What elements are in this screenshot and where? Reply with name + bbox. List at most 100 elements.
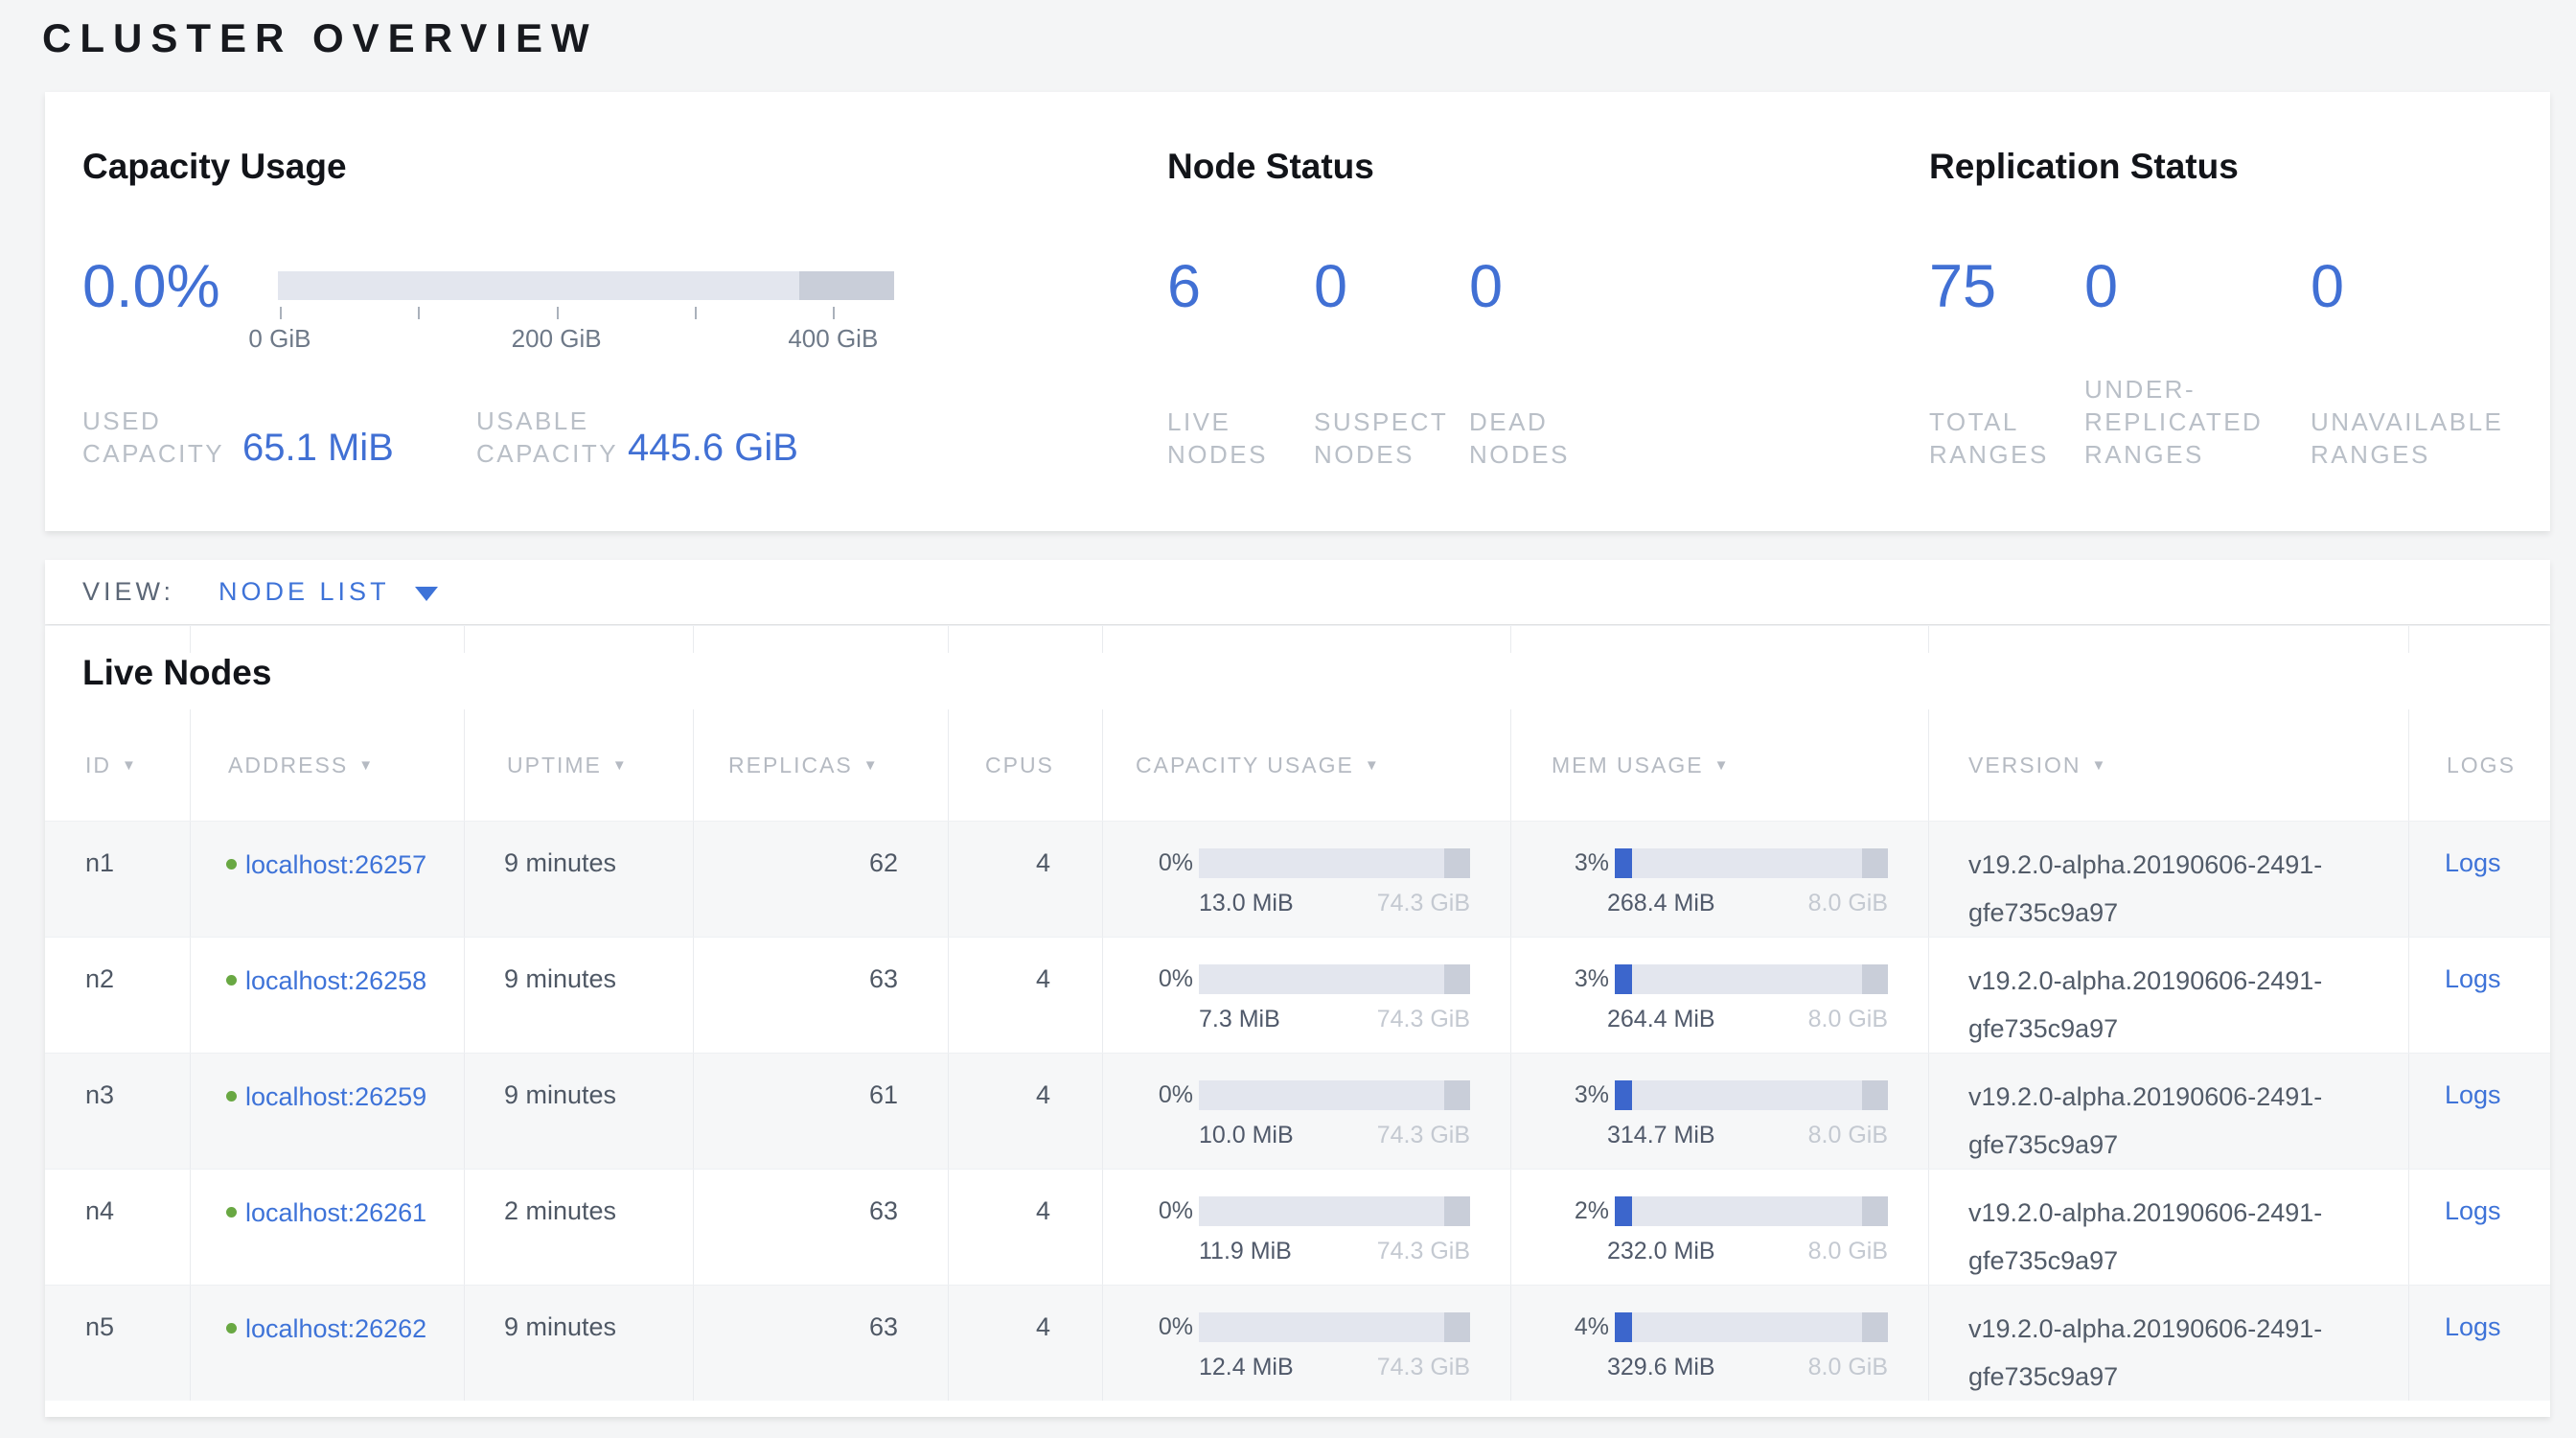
sort-arrow-icon: ▼ — [2092, 757, 2108, 774]
node-id-cell: n1 — [45, 822, 191, 937]
axis-label-200: 200 GiB — [512, 324, 602, 354]
dead-nodes-label: DEAD NODES — [1469, 406, 1594, 471]
mem-bar-reserved — [1862, 1080, 1888, 1110]
node-id-cell: n2 — [45, 938, 191, 1053]
logs-link[interactable]: Logs — [2445, 1196, 2501, 1225]
partial-next-row — [45, 625, 2550, 641]
suspect-nodes-count: 0 — [1314, 253, 1347, 320]
mem-bar — [1615, 964, 1888, 994]
logs-link[interactable]: Logs — [2445, 964, 2501, 993]
used-capacity-label: USED CAPACITY — [82, 405, 224, 470]
node-address-cell: localhost:26261 — [191, 1170, 465, 1285]
column-header-uptime[interactable]: UPTIME▼ — [465, 709, 694, 821]
capacity-usage-cell: 0% 11.9 MiB 74.3 GiB — [1103, 1170, 1511, 1285]
view-label: VIEW: — [82, 577, 174, 607]
node-address-link[interactable]: localhost:26261 — [245, 1198, 426, 1227]
axis-label-400: 400 GiB — [788, 324, 878, 354]
capacity-used-percent: 0.0% — [82, 253, 220, 320]
axis-label-0: 0 GiB — [248, 324, 310, 354]
node-address-link[interactable]: localhost:26257 — [245, 850, 426, 879]
mem-bar-reserved — [1862, 964, 1888, 994]
usable-capacity-value: 445.6 GiB — [628, 427, 798, 469]
capacity-usage-cell: 0% 12.4 MiB 74.3 GiB — [1103, 1286, 1511, 1401]
column-header-version[interactable]: VERSION▼ — [1929, 709, 2409, 821]
capacity-bar-reserved — [1444, 1080, 1470, 1110]
column-header-logs: LOGS — [2409, 709, 2550, 821]
table-body: n1 localhost:26257 9 minutes 62 4 0% 13.… — [45, 821, 2550, 1401]
column-header-cpus: CPUS — [949, 709, 1103, 821]
capacity-meter-reserved-bar — [799, 271, 894, 300]
logs-cell: Logs — [2409, 1286, 2550, 1401]
view-bar: VIEW: NODE LIST — [45, 560, 2550, 624]
logs-link[interactable]: Logs — [2445, 848, 2501, 877]
unavailable-ranges-label: UNAVAILABLE RANGES — [2311, 406, 2541, 471]
logs-link[interactable]: Logs — [2445, 1312, 2501, 1341]
capacity-usage-cell: 0% 13.0 MiB 74.3 GiB — [1103, 822, 1511, 937]
replication-status-title: Replication Status — [1929, 146, 2239, 188]
live-nodes-label: LIVE NODES — [1167, 406, 1287, 471]
sort-arrow-icon: ▼ — [1365, 757, 1381, 774]
capacity-usage-title: Capacity Usage — [82, 146, 347, 188]
capacity-bar — [1199, 964, 1470, 994]
capacity-bar — [1199, 1312, 1470, 1342]
node-address-link[interactable]: localhost:26258 — [245, 966, 426, 995]
under-replicated-ranges-label: UNDER-REPLICATED RANGES — [2084, 373, 2297, 471]
node-status-title: Node Status — [1167, 146, 1374, 188]
capacity-axis-ticks — [278, 307, 894, 319]
node-address-link[interactable]: localhost:26262 — [245, 1314, 426, 1343]
version-cell: v19.2.0-alpha.20190606-2491-gfe735c9a97 — [1929, 1054, 2409, 1169]
uptime-cell: 9 minutes — [465, 822, 694, 937]
usable-capacity-stat: USABLE CAPACITY 445.6 GiB — [476, 405, 618, 470]
node-address-cell: localhost:26258 — [191, 938, 465, 1053]
replicas-cell: 63 — [694, 1170, 949, 1285]
cluster-summary-card: Capacity Usage 0.0% 0 GiB 200 GiB 400 Gi… — [45, 92, 2550, 531]
capacity-usage-cell: 0% 10.0 MiB 74.3 GiB — [1103, 1054, 1511, 1169]
view-selected-value: NODE LIST — [218, 577, 390, 607]
used-capacity-value: 65.1 MiB — [242, 427, 394, 469]
logs-cell: Logs — [2409, 822, 2550, 937]
replicas-cell: 61 — [694, 1054, 949, 1169]
mem-bar-reserved — [1862, 1312, 1888, 1342]
sort-arrow-icon: ▼ — [122, 757, 138, 774]
version-cell: v19.2.0-alpha.20190606-2491-gfe735c9a97 — [1929, 1170, 2409, 1285]
mem-bar-used — [1615, 1080, 1632, 1110]
column-header-replicas[interactable]: REPLICAS▼ — [694, 709, 949, 821]
replicas-cell: 63 — [694, 1286, 949, 1401]
logs-link[interactable]: Logs — [2445, 1080, 2501, 1109]
capacity-bar — [1199, 1196, 1470, 1226]
live-status-dot-icon — [226, 1323, 237, 1334]
mem-bar — [1615, 1312, 1888, 1342]
capacity-bar-reserved — [1444, 1196, 1470, 1226]
uptime-cell: 2 minutes — [465, 1170, 694, 1285]
capacity-meter-track — [278, 271, 894, 300]
live-nodes-title: Live Nodes — [82, 652, 271, 694]
cpus-cell: 4 — [949, 1054, 1103, 1169]
used-capacity-stat: USED CAPACITY 65.1 MiB — [82, 405, 224, 470]
view-dropdown[interactable]: NODE LIST — [218, 577, 438, 607]
node-address-cell: localhost:26259 — [191, 1054, 465, 1169]
mem-bar — [1615, 1080, 1888, 1110]
uptime-cell: 9 minutes — [465, 938, 694, 1053]
version-cell: v19.2.0-alpha.20190606-2491-gfe735c9a97 — [1929, 938, 2409, 1053]
node-id-cell: n4 — [45, 1170, 191, 1285]
live-nodes-card: Live Nodes ID▼ ADDRESS▼ UPTIME▼ REPLICAS… — [45, 625, 2550, 1417]
live-status-dot-icon — [226, 975, 237, 986]
mem-bar-reserved — [1862, 1196, 1888, 1226]
node-address-link[interactable]: localhost:26259 — [245, 1082, 426, 1111]
node-status-section: Node Status 6 LIVE NODES 0 SUSPECT NODES… — [1167, 92, 1876, 531]
mem-bar — [1615, 1196, 1888, 1226]
live-status-dot-icon — [226, 1207, 237, 1218]
mem-bar — [1615, 848, 1888, 878]
mem-bar-used — [1615, 1312, 1632, 1342]
replication-status-section: Replication Status 75 TOTAL RANGES 0 UND… — [1929, 92, 2550, 531]
cpus-cell: 4 — [949, 822, 1103, 937]
column-header-mem-usage[interactable]: MEM USAGE▼ — [1511, 709, 1929, 821]
column-header-address[interactable]: ADDRESS▼ — [191, 709, 465, 821]
sort-arrow-icon: ▼ — [612, 757, 629, 774]
column-header-id[interactable]: ID▼ — [45, 709, 191, 821]
capacity-bar — [1199, 848, 1470, 878]
column-header-capacity-usage[interactable]: CAPACITY USAGE▼ — [1103, 709, 1511, 821]
version-cell: v19.2.0-alpha.20190606-2491-gfe735c9a97 — [1929, 822, 2409, 937]
cpus-cell: 4 — [949, 1170, 1103, 1285]
capacity-meter: 0 GiB 200 GiB 400 GiB — [278, 271, 894, 386]
